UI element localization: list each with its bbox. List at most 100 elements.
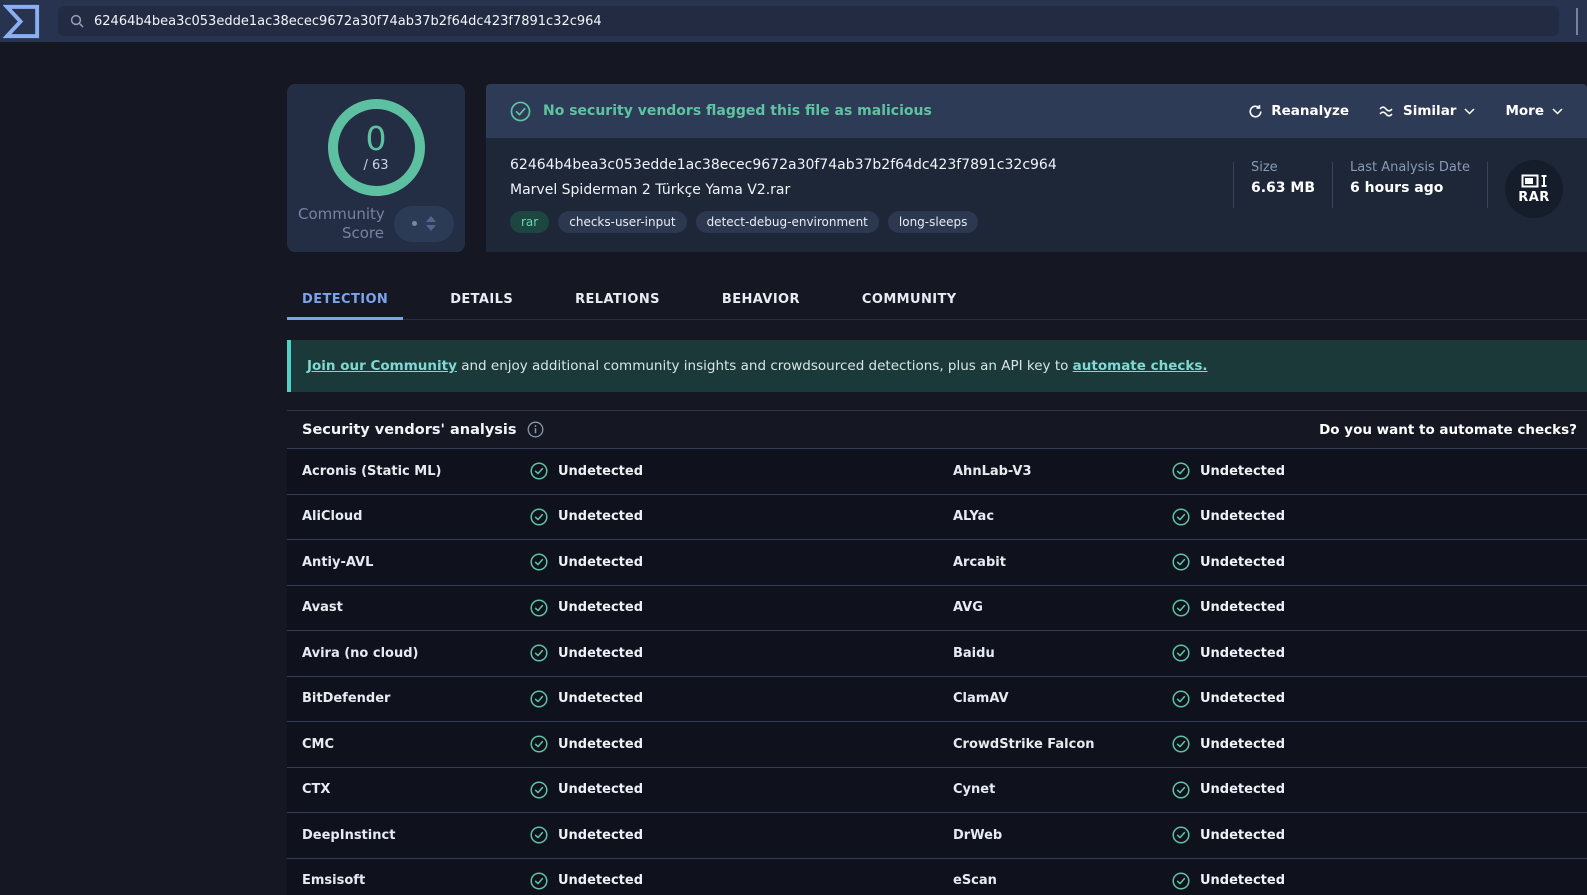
vendor-status: Undetected xyxy=(1172,644,1587,662)
vendor-name: ClamAV xyxy=(953,691,1172,706)
vendor-status: Undetected xyxy=(530,553,953,571)
file-name: Marvel Spiderman 2 Türkçe Yama V2.rar xyxy=(510,182,1233,198)
vendor-name: eScan xyxy=(953,873,1172,888)
vendor-status: Undetected xyxy=(1172,508,1587,526)
automate-checks-link[interactable]: automate checks. xyxy=(1073,358,1208,374)
last-analysis-block: Last Analysis Date 6 hours ago xyxy=(1333,160,1487,196)
topbar-right-divider xyxy=(1576,8,1578,35)
vendor-name: CMC xyxy=(302,737,530,752)
more-button[interactable]: More xyxy=(1505,103,1563,119)
analysis-header: Security vendors' analysis Do you want t… xyxy=(287,410,1587,448)
vendor-status-label: Undetected xyxy=(558,646,643,661)
vendor-name: DrWeb xyxy=(953,828,1172,843)
vendor-status-label: Undetected xyxy=(558,782,643,797)
vendor-status: Undetected xyxy=(530,781,953,799)
automate-question: Do you want to automate checks? xyxy=(1319,422,1577,438)
vendor-name: Avira (no cloud) xyxy=(302,646,530,661)
search-input[interactable] xyxy=(94,14,1547,29)
vote-dot-icon xyxy=(412,221,417,226)
vendor-status-label: Undetected xyxy=(1200,600,1285,615)
vendor-status: Undetected xyxy=(1172,599,1587,617)
vendor-status-label: Undetected xyxy=(1200,464,1285,479)
vendor-name: Baidu xyxy=(953,646,1172,661)
file-type-label: RAR xyxy=(1518,190,1550,205)
community-vote-widget[interactable] xyxy=(394,206,454,242)
tab-details[interactable]: DETAILS xyxy=(435,280,528,319)
vendor-status-label: Undetected xyxy=(1200,828,1285,843)
check-circle-icon xyxy=(530,508,548,526)
chevron-down-icon xyxy=(1552,108,1563,115)
check-circle-icon xyxy=(1172,462,1190,480)
check-circle-icon xyxy=(1172,508,1190,526)
vendor-name: Antiy-AVL xyxy=(302,555,530,570)
file-tag[interactable]: long-sleeps xyxy=(888,211,978,233)
vote-arrows-icon[interactable] xyxy=(426,216,436,231)
similar-button[interactable]: Similar xyxy=(1379,103,1475,119)
vendor-name: DeepInstinct xyxy=(302,828,530,843)
vendor-status: Undetected xyxy=(1172,553,1587,571)
vendor-name: CrowdStrike Falcon xyxy=(953,737,1172,752)
vendor-status: Undetected xyxy=(530,462,953,480)
tab-behavior[interactable]: BEHAVIOR xyxy=(707,280,815,319)
check-circle-icon xyxy=(1172,644,1190,662)
status-banner: No security vendors flagged this file as… xyxy=(486,84,1587,138)
tab-relations[interactable]: RELATIONS xyxy=(560,280,675,319)
info-icon[interactable] xyxy=(527,421,544,438)
vendor-status-label: Undetected xyxy=(558,873,643,888)
file-tag[interactable]: rar xyxy=(510,211,549,233)
check-circle-icon xyxy=(1172,553,1190,571)
chevron-down-icon xyxy=(1464,108,1475,115)
file-tag[interactable]: checks-user-input xyxy=(558,211,686,233)
vendor-row: CMC Undetected CrowdStrike Falcon Undetecte… xyxy=(287,721,1587,767)
join-community-link[interactable]: Join our Community xyxy=(307,358,457,374)
reanalyze-button[interactable]: Reanalyze xyxy=(1248,103,1349,119)
file-size-block: Size 6.63 MB xyxy=(1234,160,1332,196)
main-content: 0 / 63 Community Score xyxy=(287,84,1587,895)
vendor-name: AliCloud xyxy=(302,509,530,524)
virustotal-logo-icon[interactable] xyxy=(3,2,42,41)
vendor-name: AhnLab-V3 xyxy=(953,464,1172,479)
file-tag[interactable]: detect-debug-environment xyxy=(696,211,879,233)
vendor-name: CTX xyxy=(302,782,530,797)
search-bar[interactable] xyxy=(58,6,1559,36)
vendor-status-label: Undetected xyxy=(558,737,643,752)
vendor-row: EmsisoftUndetectedeScanUndetected xyxy=(287,858,1587,895)
vendor-row: DeepInstinctUndetectedDrWebUndetected xyxy=(287,812,1587,858)
community-score-label: Community Score xyxy=(298,205,384,243)
vendor-status-label: Undetected xyxy=(1200,737,1285,752)
vendor-row: Antiy-AVLUndetectedArcabitUndetected xyxy=(287,539,1587,585)
vendor-status-label: Undetected xyxy=(1200,646,1285,661)
community-banner-text: and enjoy additional community insights … xyxy=(457,358,1073,374)
vendor-row: Acronis (Static ML)UndetectedAhnLab-V3Un… xyxy=(287,448,1587,494)
vendor-status: Undetected xyxy=(530,735,953,753)
check-circle-icon xyxy=(1172,872,1190,890)
vendor-status: Undetected xyxy=(530,826,953,844)
search-icon xyxy=(70,14,84,28)
tab-community[interactable]: COMMUNITY xyxy=(847,280,972,319)
check-circle-icon xyxy=(530,690,548,708)
community-score-card: 0 / 63 Community Score xyxy=(287,84,465,252)
check-circle-icon xyxy=(530,826,548,844)
vendor-status-label: Undetected xyxy=(558,691,643,706)
status-message: No security vendors flagged this file as… xyxy=(543,103,932,119)
vendor-status-label: Undetected xyxy=(558,600,643,615)
check-circle-icon xyxy=(510,101,531,122)
tab-detection[interactable]: DETECTION xyxy=(287,280,403,319)
vendor-name: Acronis (Static ML) xyxy=(302,464,530,479)
last-analysis-label: Last Analysis Date xyxy=(1350,160,1470,175)
vendor-row: BitDefenderUndetectedClamAVUndetected xyxy=(287,676,1587,722)
community-join-banner: Join our Community and enjoy additional … xyxy=(287,340,1587,392)
check-circle-icon xyxy=(530,644,548,662)
vote-up-icon[interactable] xyxy=(426,216,436,222)
vendor-status: Undetected xyxy=(530,644,953,662)
check-circle-icon xyxy=(1172,690,1190,708)
detection-score-total: / 63 xyxy=(363,158,388,173)
vote-down-icon[interactable] xyxy=(426,225,436,231)
vendor-status: Undetected xyxy=(1172,781,1587,799)
vendor-status-label: Undetected xyxy=(558,509,643,524)
vendor-name: Emsisoft xyxy=(302,873,530,888)
check-circle-icon xyxy=(1172,735,1190,753)
vendor-name: Avast xyxy=(302,600,530,615)
vendor-status: Undetected xyxy=(1172,735,1587,753)
check-circle-icon xyxy=(530,553,548,571)
